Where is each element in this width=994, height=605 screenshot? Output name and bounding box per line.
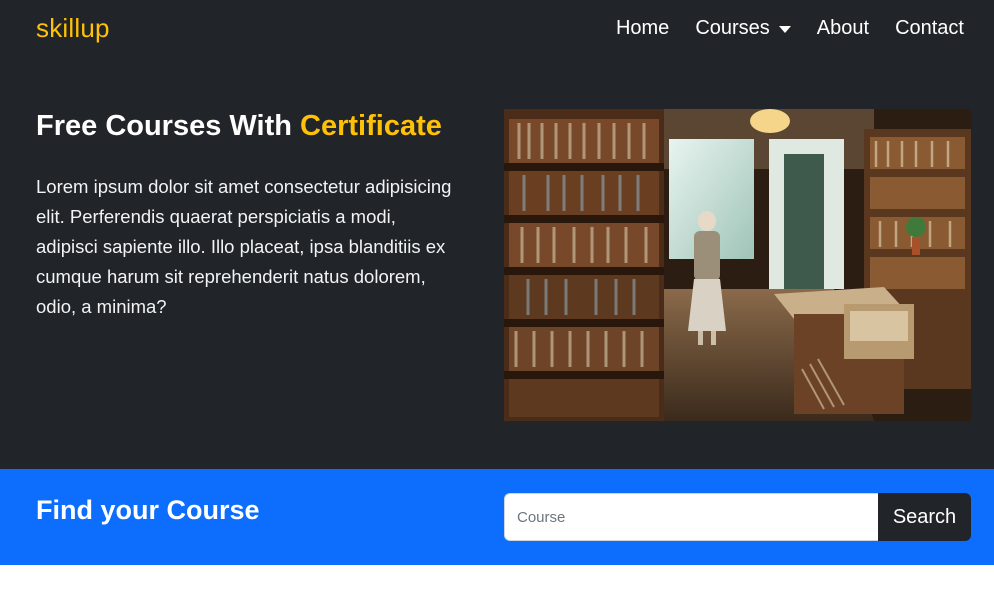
brand-logo[interactable]: skillup bbox=[36, 13, 110, 44]
hero-title: Free Courses With Certificate bbox=[36, 110, 442, 143]
nav-home[interactable]: Home bbox=[616, 17, 669, 40]
hero-paragraph: Lorem ipsum dolor sit amet consectetur a… bbox=[36, 176, 452, 317]
caret-down-icon bbox=[778, 26, 791, 33]
hero-title-main: Free Courses With bbox=[36, 110, 301, 142]
bookstore-image bbox=[504, 109, 971, 421]
course-search-input[interactable] bbox=[504, 493, 878, 541]
nav-contact[interactable]: Contact bbox=[895, 17, 964, 40]
course-search-form: Search bbox=[504, 493, 971, 541]
find-course-section: Find your Course Search bbox=[0, 469, 994, 565]
nav-courses-dropdown[interactable]: Courses bbox=[695, 17, 791, 40]
find-course-title: Find your Course bbox=[36, 495, 260, 525]
nav-courses-label: Courses bbox=[695, 17, 770, 39]
navbar: skillup Home Courses About Contact bbox=[0, 0, 994, 62]
hero-title-accent: Certificate bbox=[300, 110, 442, 142]
nav-links: Home Courses About Contact bbox=[616, 17, 964, 40]
hero-section: Free Courses With Certificate Lorem ipsu… bbox=[0, 62, 994, 469]
nav-about[interactable]: About bbox=[817, 17, 869, 40]
search-button[interactable]: Search bbox=[878, 493, 971, 541]
